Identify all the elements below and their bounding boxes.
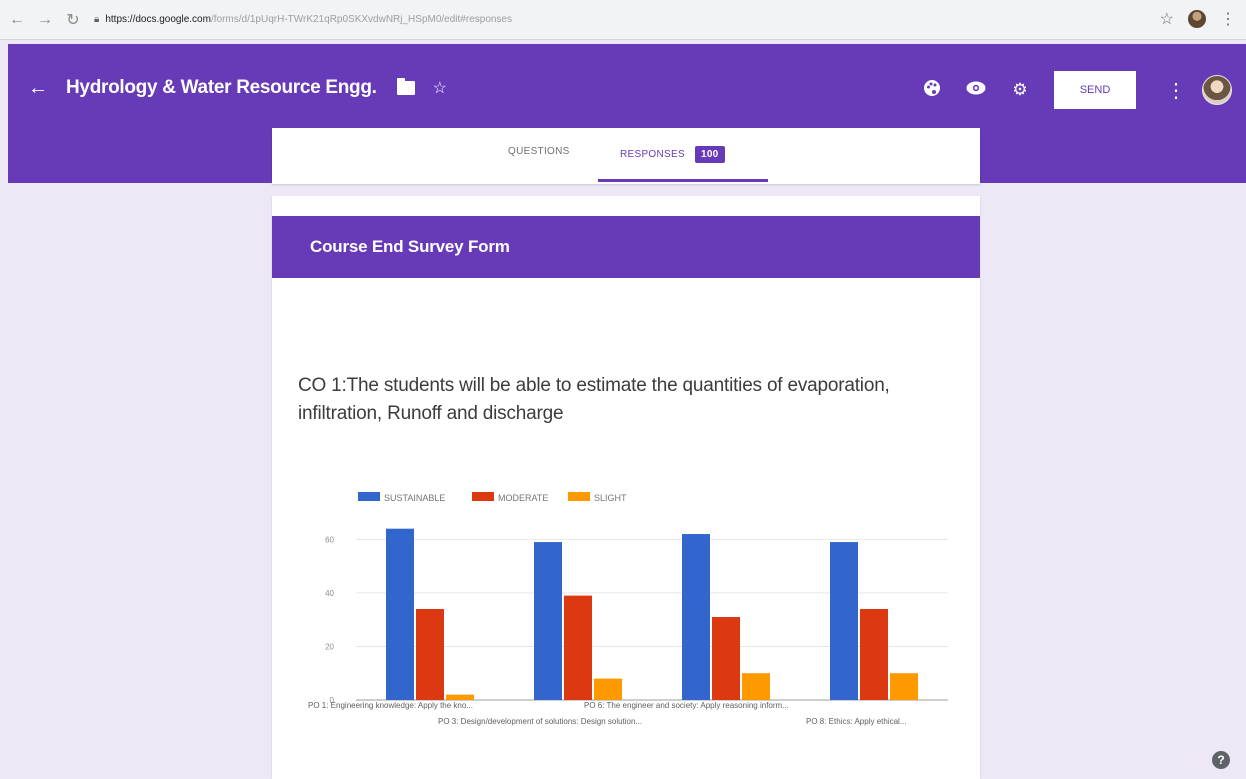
arrow-left-icon[interactable]: ← bbox=[28, 77, 48, 100]
reload-icon[interactable]: ↻ bbox=[62, 9, 84, 31]
gear-icon[interactable]: ⚙ bbox=[1008, 80, 1032, 100]
question-title: CO 1:The students will be able to estima… bbox=[298, 375, 890, 424]
tab-responses-label: RESPONSES bbox=[620, 149, 685, 160]
bar-sustainable bbox=[386, 528, 414, 700]
help-icon[interactable]: ? bbox=[1212, 751, 1230, 769]
profile-extension-icon[interactable] bbox=[1188, 10, 1206, 28]
legend-label: SUSTAINABLE bbox=[384, 493, 445, 503]
kebab-icon[interactable]: ⋮ bbox=[1166, 78, 1186, 103]
address-bar[interactable]: 🔒︎ https://docs.google.com /forms/d/1pUq… bbox=[94, 9, 754, 31]
bar-sustainable bbox=[682, 534, 710, 700]
legend-swatch bbox=[358, 492, 380, 501]
bar-moderate bbox=[712, 617, 740, 700]
tab-responses[interactable]: RESPONSES 100 bbox=[620, 146, 725, 163]
url-host: https://docs.google.com bbox=[105, 14, 211, 25]
x-category-label: PO 8: Ethics: Apply ethical... bbox=[806, 717, 907, 726]
x-category-label: PO 3: Design/development of solutions: D… bbox=[438, 717, 642, 726]
legend-label: MODERATE bbox=[498, 493, 548, 503]
responses-bar-chart: SUSTAINABLE MODERATE SLIGHT0204060PO 1: En… bbox=[308, 492, 948, 726]
form-title-banner: Course End Survey Form bbox=[272, 216, 980, 278]
browser-menu-icon[interactable]: ⋮ bbox=[1220, 9, 1236, 29]
y-tick-label: 40 bbox=[325, 589, 334, 598]
browser-toolbar: ← → ↻ 🔒︎ https://docs.google.com /forms/… bbox=[0, 0, 1246, 40]
browser-forward-icon[interactable]: → bbox=[34, 9, 56, 31]
lock-icon: 🔒︎ bbox=[94, 14, 100, 25]
bar-moderate bbox=[564, 595, 592, 700]
palette-icon[interactable] bbox=[920, 79, 944, 102]
tab-questions[interactable]: QUESTIONS bbox=[508, 146, 570, 157]
bar-slight bbox=[742, 673, 770, 700]
document-title[interactable]: Hydrology & Water Resource Engg. bbox=[66, 77, 377, 99]
eye-icon[interactable] bbox=[964, 80, 988, 100]
y-tick-label: 20 bbox=[325, 642, 334, 651]
legend-swatch bbox=[568, 492, 590, 501]
folder-icon[interactable] bbox=[396, 78, 415, 95]
star-icon[interactable]: ☆ bbox=[433, 78, 447, 98]
url-path: /forms/d/1pUqrH-TWrK21qRp0SKXvdwNRj_HSpM… bbox=[210, 14, 512, 25]
y-tick-label: 60 bbox=[325, 535, 334, 544]
legend-swatch bbox=[472, 492, 494, 501]
bar-moderate bbox=[860, 608, 888, 700]
bar-sustainable bbox=[830, 542, 858, 700]
bar-slight bbox=[446, 694, 474, 700]
responses-card: Course End Survey Form CO 1:The students… bbox=[272, 196, 980, 779]
active-tab-indicator bbox=[598, 179, 768, 182]
x-category-label: PO 1: Engineering knowledge: Apply the k… bbox=[308, 701, 473, 710]
bar-moderate bbox=[416, 608, 444, 700]
legend-label: SLIGHT bbox=[594, 493, 627, 503]
bar-sustainable bbox=[534, 542, 562, 700]
send-button[interactable]: SEND bbox=[1054, 71, 1136, 109]
browser-back-icon[interactable]: ← bbox=[6, 9, 28, 31]
form-banner-title: Course End Survey Form bbox=[310, 237, 510, 256]
avatar[interactable] bbox=[1202, 75, 1232, 105]
tabs-bar: QUESTIONS RESPONSES 100 bbox=[272, 128, 980, 184]
bookmark-star-icon[interactable]: ☆ bbox=[1160, 9, 1174, 29]
x-category-label: PO 6: The engineer and society: Apply re… bbox=[584, 701, 789, 710]
bar-slight bbox=[594, 678, 622, 700]
bar-slight bbox=[890, 673, 918, 700]
responses-count-badge: 100 bbox=[694, 146, 725, 163]
